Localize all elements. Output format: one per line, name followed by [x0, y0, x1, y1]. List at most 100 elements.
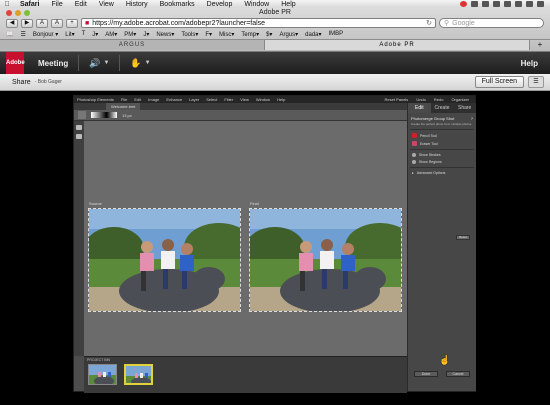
show-all-bookmarks-icon[interactable]: ☰ — [20, 31, 25, 38]
pse-redo[interactable]: Redo — [434, 97, 444, 102]
done-button[interactable]: Done — [414, 371, 438, 377]
pse-organizer[interactable]: Organizer — [451, 97, 469, 102]
eraser-tool-option[interactable]: Eraser Tool — [412, 141, 472, 146]
tab-share[interactable]: Share — [453, 103, 476, 113]
forward-button[interactable]: ▶ — [21, 18, 33, 28]
brush-stroke-preview — [91, 112, 117, 118]
bookmark-item[interactable]: IMBP — [329, 31, 344, 37]
bookmark-item[interactable]: dada▾ — [305, 31, 321, 38]
bookmark-item[interactable]: Misc▾ — [219, 31, 234, 38]
timemachine-icon[interactable] — [482, 1, 489, 7]
menu-develop[interactable]: Develop — [201, 1, 239, 8]
bookmark-item[interactable]: News▾ — [156, 31, 174, 38]
bookmark-item[interactable]: Bonjour ▾ — [33, 31, 58, 38]
tab-adobe-pr[interactable]: Adobe PR — [265, 40, 530, 50]
chevron-down-icon[interactable]: ▼ — [145, 60, 151, 66]
source-photo[interactable] — [88, 208, 241, 312]
menu-edit[interactable]: Edit — [69, 1, 93, 8]
help-menu[interactable]: Help — [521, 59, 538, 68]
pse-doc-tab[interactable]: Welcome.bmt — [106, 103, 141, 110]
show-regions-checkbox[interactable]: Show Regions — [412, 160, 472, 164]
back-button[interactable]: ◀ — [6, 18, 18, 28]
volume-icon[interactable] — [515, 1, 522, 7]
battery-icon[interactable] — [526, 1, 533, 7]
menu-history[interactable]: History — [120, 1, 154, 8]
pse-menu-item[interactable]: Window — [256, 97, 270, 102]
pse-undo[interactable]: Undo — [416, 97, 426, 102]
help-icon[interactable]: ? — [471, 116, 473, 121]
pse-menu-item[interactable]: Enhance — [166, 97, 182, 102]
tab-create[interactable]: Create — [431, 103, 454, 113]
bookmark-item[interactable]: $▾ — [266, 31, 272, 38]
menu-view[interactable]: View — [93, 1, 120, 8]
menu-help[interactable]: Help — [275, 1, 301, 8]
pse-reset-panels[interactable]: Reset Panels — [385, 97, 409, 102]
hand-tool-icon[interactable] — [76, 125, 82, 130]
address-bar[interactable]: ■ https://my.adobe.acrobat.com/adobepr2?… — [81, 18, 436, 28]
search-field[interactable]: ⚲ Google — [439, 18, 544, 28]
bookmark-item[interactable]: J▾ — [92, 31, 98, 38]
zoom-tool-icon[interactable] — [76, 134, 82, 139]
pse-menu-item[interactable]: Help — [277, 97, 285, 102]
reload-icon[interactable]: ↻ — [426, 19, 432, 27]
pod-options-icon[interactable]: ☰ — [528, 76, 544, 88]
text-larger-button[interactable]: A — [51, 18, 63, 28]
bluetooth-icon[interactable] — [493, 1, 500, 7]
raise-hand-icon[interactable]: ✋ — [130, 58, 141, 69]
final-photo[interactable] — [249, 208, 402, 312]
speaker-icon[interactable]: 🔊 — [89, 58, 100, 69]
add-bookmark-button[interactable]: + — [66, 18, 78, 28]
cancel-button[interactable]: Cancel — [446, 371, 470, 377]
hand-cursor-icon: ☝ — [439, 355, 451, 365]
pencil-icon[interactable] — [78, 111, 86, 119]
chevron-down-icon[interactable]: ▼ — [103, 60, 109, 66]
apple-icon[interactable]:  — [0, 1, 14, 8]
reading-list-icon[interactable]: 📖 — [6, 31, 13, 38]
record-icon[interactable] — [460, 1, 467, 7]
bookmark-item[interactable]: T — [82, 31, 86, 37]
new-tab-button[interactable]: + — [530, 40, 550, 50]
pse-menu-item[interactable]: Edit — [134, 97, 141, 102]
menu-file[interactable]: File — [45, 1, 68, 8]
cloud-icon[interactable] — [471, 1, 478, 7]
show-strokes-checkbox[interactable]: Show Strokes — [412, 153, 472, 157]
bookmark-item[interactable]: Temp▾ — [241, 31, 259, 38]
bookmark-item[interactable]: Argus▾ — [279, 31, 298, 38]
bookmark-item[interactable]: Tools▾ — [181, 31, 198, 38]
pse-menu-item[interactable]: View — [240, 97, 249, 102]
url-text[interactable]: https://my.adobe.acrobat.com/adobepr2?la… — [92, 20, 265, 27]
pse-menu-item[interactable]: Image — [148, 97, 159, 102]
menu-window[interactable]: Window — [238, 1, 275, 8]
pse-menu-item[interactable]: Filter — [224, 97, 233, 102]
bookmark-item[interactable]: AM▾ — [105, 31, 117, 38]
bookmark-item[interactable]: F▾ — [205, 31, 212, 38]
bin-thumbnail-selected[interactable] — [124, 364, 153, 385]
full-screen-button[interactable]: Full Screen — [474, 76, 524, 88]
bookmark-item[interactable]: PM▾ — [124, 31, 136, 38]
menu-bookmarks[interactable]: Bookmarks — [154, 1, 201, 8]
window-titlebar: Adobe PR — [0, 8, 550, 17]
tab-edit[interactable]: Edit — [408, 103, 431, 113]
bin-thumbnail[interactable] — [88, 364, 117, 385]
pse-menu-item[interactable]: Select — [206, 97, 217, 102]
meeting-menu[interactable]: Meeting — [38, 59, 68, 68]
pse-menu-item[interactable]: Photoshop Elements — [77, 97, 114, 102]
share-pod-header: Share · Bob Gager Full Screen ☰ — [0, 74, 550, 91]
bookmark-item[interactable]: J▾ — [143, 31, 149, 38]
text-smaller-button[interactable]: A — [36, 18, 48, 28]
menu-safari[interactable]: Safari — [14, 1, 45, 8]
divider — [410, 129, 474, 130]
bookmark-item[interactable]: Lit▾ — [65, 31, 74, 38]
tab-argus[interactable]: ARGUS — [0, 40, 265, 50]
reset-button[interactable]: Reset — [456, 235, 470, 240]
brush-size[interactable]: 13 px — [122, 113, 132, 118]
pencil-tool-option[interactable]: Pencil Tool — [412, 133, 472, 138]
pse-menu-item[interactable]: Layer — [189, 97, 199, 102]
advanced-options-toggle[interactable]: ▸ Advanced Options — [412, 171, 472, 175]
advanced-options-label: Advanced Options — [416, 171, 446, 175]
spotlight-icon[interactable] — [537, 1, 544, 7]
os-menubar:  Safari File Edit View History Bookmark… — [0, 0, 550, 8]
pse-menu-item[interactable]: File — [121, 97, 127, 102]
wifi-icon[interactable] — [504, 1, 511, 7]
presenter-name: · Bob Gager — [34, 79, 62, 85]
